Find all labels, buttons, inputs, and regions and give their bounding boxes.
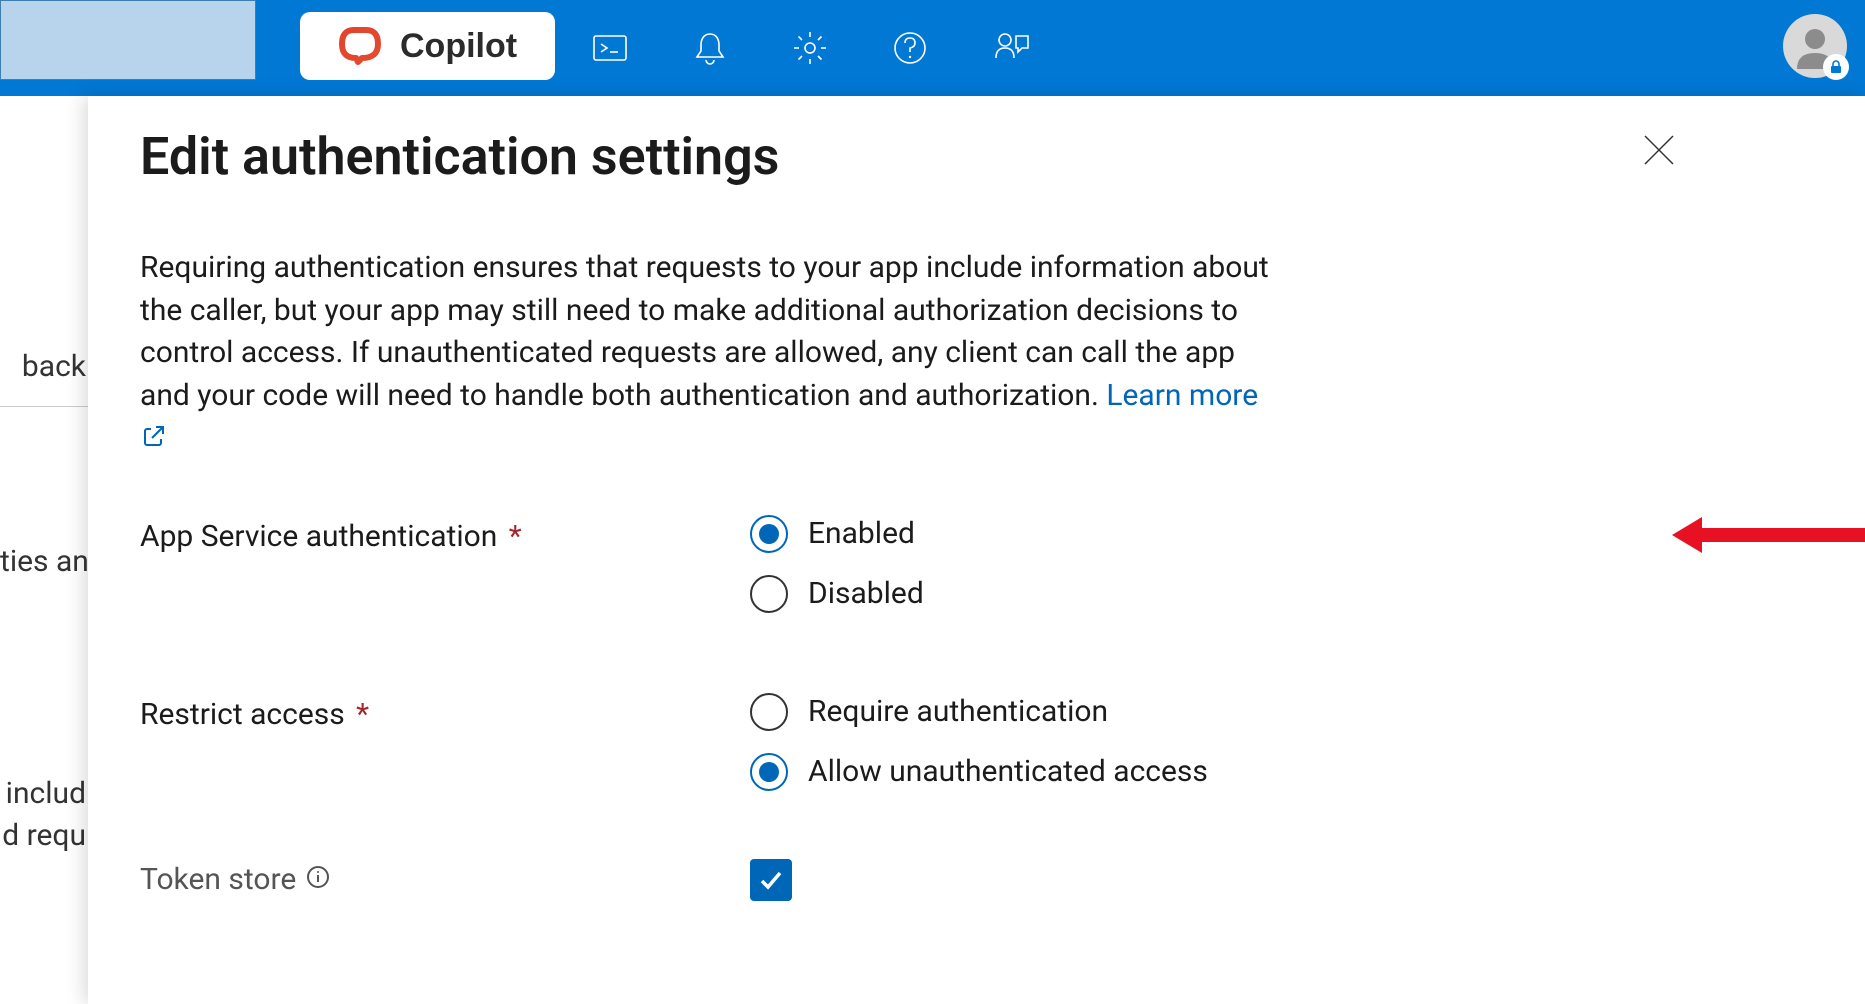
label-text: Token store	[140, 862, 296, 897]
radio-label: Require authentication	[808, 694, 1108, 729]
panel-title: Edit authentication settings	[140, 126, 779, 187]
token-store-row: Token store	[140, 859, 1805, 901]
checkmark-icon	[758, 867, 784, 893]
annotation-arrow	[1698, 528, 1865, 542]
radio-label: Enabled	[808, 516, 915, 551]
account-avatar[interactable]	[1783, 14, 1847, 78]
required-indicator: *	[509, 519, 522, 554]
token-store-checkbox[interactable]	[750, 859, 792, 901]
restrict-access-row: Restrict access * Require authentication…	[140, 693, 1805, 791]
app-service-auth-row: App Service authentication * Enabled Dis…	[140, 515, 1805, 613]
radio-icon	[750, 515, 788, 553]
close-button[interactable]	[1635, 126, 1683, 177]
restrict-access-radiogroup: Require authentication Allow unauthentic…	[750, 693, 1208, 791]
radio-require-auth[interactable]: Require authentication	[750, 693, 1208, 731]
radio-disabled[interactable]: Disabled	[750, 575, 924, 613]
header-icon-group	[560, 0, 1060, 96]
background-page-fragment: back ties and includ d requ	[0, 96, 88, 857]
copilot-icon	[338, 24, 382, 68]
radio-label: Allow unauthenticated access	[808, 754, 1208, 789]
radio-label: Disabled	[808, 576, 924, 611]
close-icon	[1641, 132, 1677, 168]
restrict-access-label: Restrict access *	[140, 693, 750, 732]
info-icon[interactable]	[306, 862, 330, 897]
settings-icon[interactable]	[760, 0, 860, 96]
radio-icon	[750, 753, 788, 791]
radio-icon	[750, 693, 788, 731]
radio-allow-unauth[interactable]: Allow unauthenticated access	[750, 753, 1208, 791]
app-service-auth-label: App Service authentication *	[140, 515, 750, 554]
lock-badge-icon	[1823, 54, 1849, 80]
learn-more-label: Learn more	[1106, 378, 1258, 413]
app-service-auth-radiogroup: Enabled Disabled	[750, 515, 924, 613]
global-search-input[interactable]	[0, 0, 256, 80]
bg-text: back	[0, 96, 88, 388]
label-text: Restrict access	[140, 697, 345, 732]
required-indicator: *	[356, 697, 369, 732]
token-store-label: Token store	[140, 862, 750, 897]
auth-settings-panel: Edit authentication settings Requiring a…	[88, 96, 1865, 1004]
copilot-button[interactable]: Copilot	[300, 12, 555, 80]
feedback-icon[interactable]	[960, 0, 1060, 96]
azure-header: Copilot	[0, 0, 1865, 96]
bg-text: d requ	[0, 815, 88, 857]
description-text: Requiring authentication ensures that re…	[140, 250, 1269, 413]
bg-text: ties and	[0, 451, 88, 583]
bg-text: includ	[0, 583, 88, 815]
radio-enabled[interactable]: Enabled	[750, 515, 924, 553]
label-text: App Service authentication	[140, 519, 497, 554]
help-icon[interactable]	[860, 0, 960, 96]
copilot-label: Copilot	[400, 27, 517, 66]
panel-description: Requiring authentication ensures that re…	[140, 247, 1280, 461]
radio-icon	[750, 575, 788, 613]
notifications-icon[interactable]	[660, 0, 760, 96]
cloud-shell-icon[interactable]	[560, 0, 660, 96]
external-link-icon	[142, 418, 166, 461]
